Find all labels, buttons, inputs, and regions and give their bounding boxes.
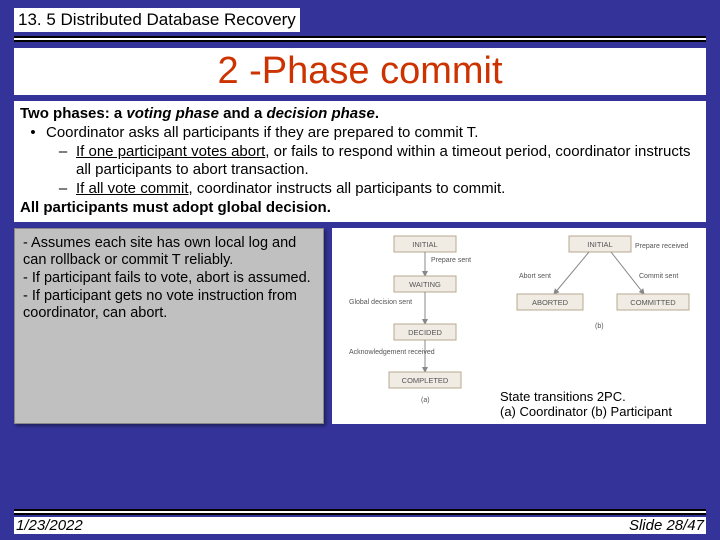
state-diagram: INITIAL Prepare sent WAITING Global deci… xyxy=(332,228,706,424)
section-title: 13. 5 Distributed Database Recovery xyxy=(14,8,300,32)
notes-box: - Assumes each site has own local log an… xyxy=(14,228,324,424)
divider-top xyxy=(14,36,706,42)
t: . xyxy=(375,105,379,122)
sub-text: If one participant votes abort, or fails… xyxy=(76,143,700,181)
t: Two phases: a xyxy=(20,105,126,122)
t: voting phase xyxy=(126,105,219,122)
sub-text: If all vote commit, coordinator instruct… xyxy=(76,180,505,199)
box-initial-a: INITIAL xyxy=(412,240,437,249)
diagram-caption: State transitions 2PC. (a) Coordinator (… xyxy=(500,390,700,420)
lbl: Prepare received xyxy=(635,243,688,250)
lbl: Abort sent xyxy=(519,273,551,280)
body-text: Two phases: a voting phase and a decisio… xyxy=(14,101,706,222)
footer-date: 1/23/2022 xyxy=(16,517,83,534)
footer-row: 1/23/2022 Slide 28/47 xyxy=(14,517,706,534)
sub-bullet-2: – If all vote commit, coordinator instru… xyxy=(20,180,700,199)
lbl: Commit sent xyxy=(639,273,678,280)
box-waiting: WAITING xyxy=(409,280,441,289)
note-2: - If participant fails to vote, abort is… xyxy=(23,270,315,288)
t: decision phase xyxy=(266,105,374,122)
t: All participants must adopt global decis… xyxy=(20,199,331,216)
label-b: (b) xyxy=(595,323,604,330)
page-title: 2 -Phase commit xyxy=(14,48,706,95)
note-1: - Assumes each site has own local log an… xyxy=(23,235,315,270)
bullet-text: Coordinator asks all participants if the… xyxy=(46,124,478,143)
lower-area: - Assumes each site has own local log an… xyxy=(14,228,706,424)
box-decided: DECIDED xyxy=(408,328,442,337)
caption-l1: State transitions 2PC. xyxy=(500,390,700,405)
dash-mark: – xyxy=(50,143,76,181)
header: 13. 5 Distributed Database Recovery xyxy=(0,0,720,42)
box-initial-b: INITIAL xyxy=(587,240,612,249)
u: If one participant votes abort xyxy=(76,143,265,160)
dash-mark: – xyxy=(50,180,76,199)
sub-bullet-1: – If one participant votes abort, or fai… xyxy=(20,143,700,181)
lbl: Prepare sent xyxy=(431,257,471,264)
box-aborted: ABORTED xyxy=(532,298,569,307)
t: , coordinator instructs all participants… xyxy=(189,180,506,197)
caption-l2: (a) Coordinator (b) Participant xyxy=(500,405,700,420)
t: and a xyxy=(219,105,267,122)
divider-bottom xyxy=(14,509,706,515)
box-committed: COMMITTED xyxy=(630,298,676,307)
slide: 13. 5 Distributed Database Recovery 2 -P… xyxy=(0,0,720,540)
note-3: - If participant gets no vote instructio… xyxy=(23,288,315,323)
label-a: (a) xyxy=(421,397,430,404)
bullet-1: • Coordinator asks all participants if t… xyxy=(20,124,700,143)
lbl: Global decision sent xyxy=(349,299,412,306)
closing-line: All participants must adopt global decis… xyxy=(20,199,700,218)
intro-line: Two phases: a voting phase and a decisio… xyxy=(20,105,700,124)
u: If all vote commit xyxy=(76,180,189,197)
bullet-mark: • xyxy=(20,124,46,143)
lbl: Acknowledgement received xyxy=(349,349,435,356)
box-completed: COMPLETED xyxy=(402,376,449,385)
footer: 1/23/2022 Slide 28/47 xyxy=(0,509,720,534)
footer-slide: Slide 28/47 xyxy=(629,517,704,534)
